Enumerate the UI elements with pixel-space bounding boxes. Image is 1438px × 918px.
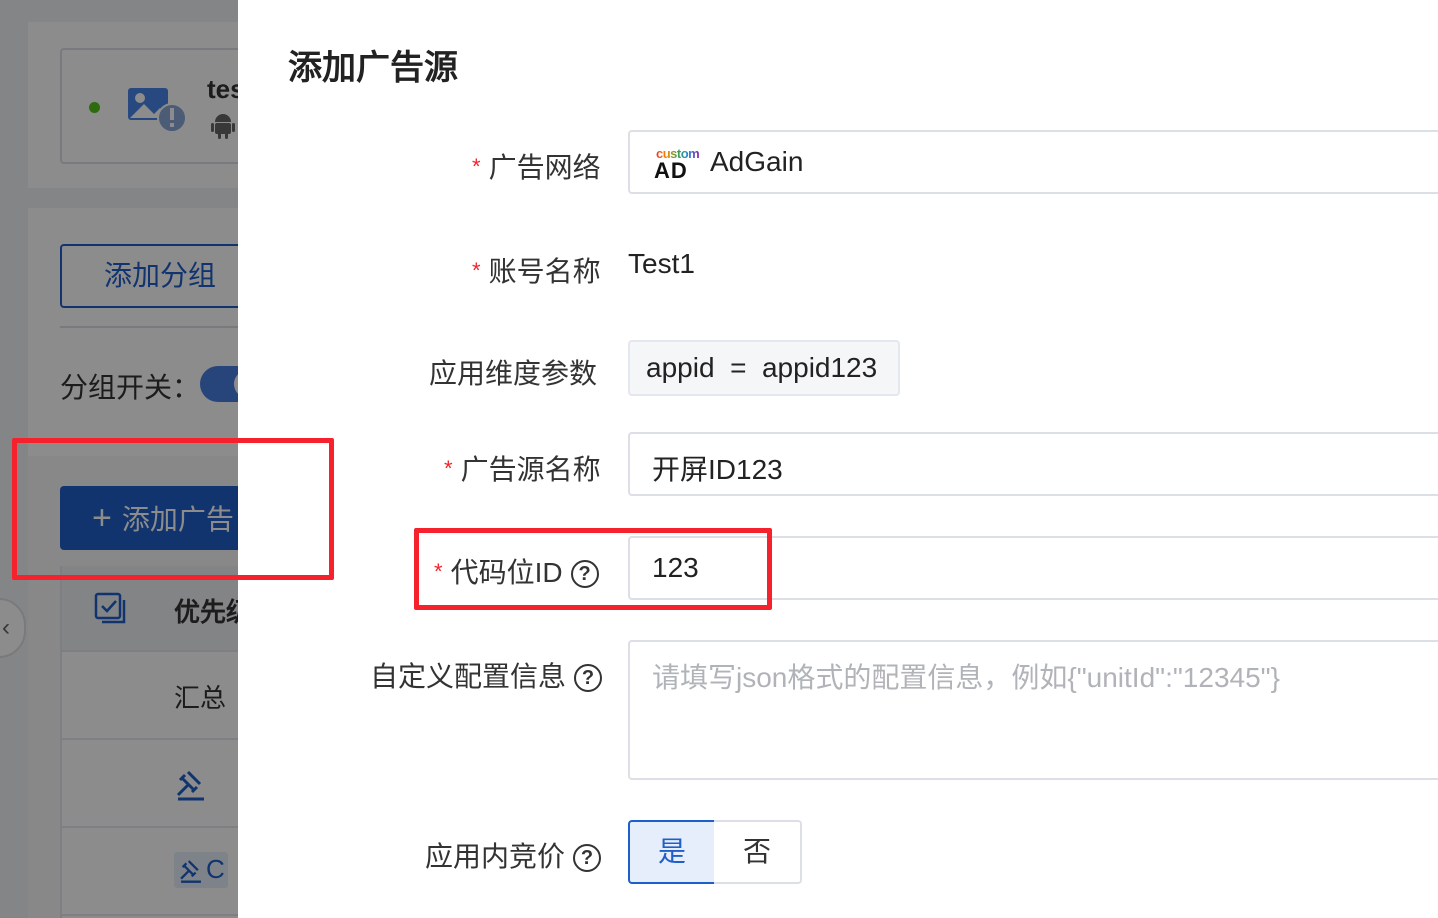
- drawer-title: 添加广告源: [288, 49, 458, 87]
- app-params-value: appid = appid123: [628, 340, 900, 396]
- help-icon[interactable]: ?: [573, 844, 602, 872]
- highlight-box-code-id: [414, 528, 772, 610]
- custom-config-label-text: 自定义配置信息: [370, 661, 567, 692]
- in-app-bidding-radio-group: 是 否: [628, 820, 802, 884]
- custom-ad-logo-icon: custom AD: [654, 146, 700, 183]
- required-mark: *: [472, 258, 481, 283]
- bidding-no-option[interactable]: 否: [714, 820, 802, 884]
- required-mark: *: [472, 154, 481, 179]
- source-name-value: 开屏ID123: [652, 454, 783, 485]
- source-name-label: * 广告源名称: [444, 448, 601, 488]
- source-name-label-text: 广告源名称: [460, 454, 601, 485]
- custom-config-label: 自定义配置信息?: [370, 655, 603, 695]
- custom-config-textarea[interactable]: 请填写json格式的配置信息，例如{"unitId":"12345"}: [628, 640, 1438, 780]
- ad-network-label: * 广告网络: [472, 146, 601, 186]
- help-icon[interactable]: ?: [574, 664, 603, 692]
- ad-network-label-text: 广告网络: [488, 152, 601, 183]
- ad-network-value: AdGain: [710, 146, 804, 177]
- account-name-label-text: 账号名称: [488, 256, 601, 287]
- in-app-bidding-label-text: 应用内竞价: [425, 841, 566, 872]
- logo-big-text: AD: [654, 158, 688, 183]
- account-name-label: * 账号名称: [472, 250, 601, 290]
- ad-network-select[interactable]: custom AD AdGain: [628, 130, 1438, 194]
- in-app-bidding-label: 应用内竞价?: [425, 835, 602, 875]
- source-name-input[interactable]: 开屏ID123: [628, 432, 1438, 496]
- account-name-value: Test1: [628, 248, 695, 279]
- highlight-box-add-ad-source: [12, 438, 334, 580]
- add-ad-source-drawer: 添加广告源 * 广告网络 custom AD AdGain * 账号名称 Test1…: [238, 0, 1438, 918]
- required-mark: *: [444, 456, 453, 481]
- app-params-label: 应用维度参数: [429, 358, 598, 389]
- bidding-yes-option[interactable]: 是: [628, 820, 716, 884]
